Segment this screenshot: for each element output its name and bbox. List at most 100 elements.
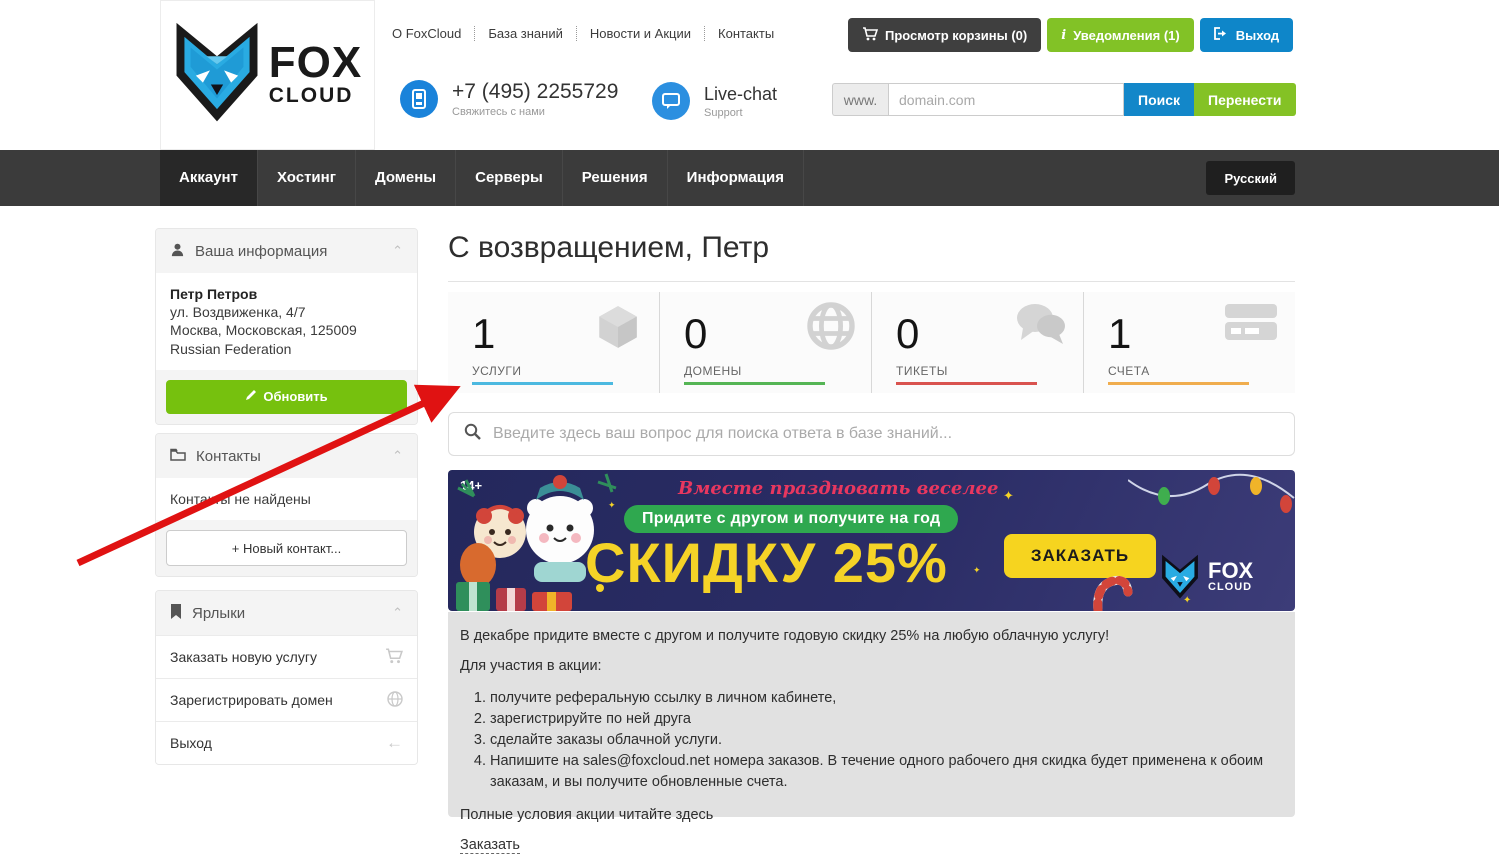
- chat-bubbles-icon: [1015, 302, 1067, 351]
- stat-invoices[interactable]: 1 СЧЕТА: [1084, 292, 1295, 393]
- stat-value: 0: [896, 310, 919, 358]
- stat-underline: [1108, 382, 1249, 385]
- promo-paragraph: В декабре придите вместе с другом и полу…: [460, 628, 1283, 644]
- update-info-button[interactable]: Обновить: [166, 380, 407, 414]
- stat-label: ТИКЕТЫ: [896, 364, 948, 378]
- arrow-left-icon: ←: [386, 733, 403, 753]
- banner-pill-text: Придите с другом и получите на год: [624, 505, 958, 533]
- divider: [474, 26, 475, 41]
- address-line: Москва, Московская, 125009: [170, 321, 403, 339]
- promo-details: В декабре придите вместе с другом и полу…: [448, 612, 1295, 817]
- notifications-button[interactable]: i Уведомления (1): [1047, 18, 1193, 52]
- promo-banner[interactable]: 14+: [448, 470, 1295, 611]
- contacts-header[interactable]: Контакты ⌃: [156, 434, 417, 478]
- kb-search-input[interactable]: [493, 425, 1279, 443]
- stat-underline: [472, 382, 613, 385]
- chevron-up-icon[interactable]: ⌃: [392, 605, 403, 621]
- kb-search-box: [448, 412, 1295, 456]
- cart-icon: [385, 648, 403, 667]
- page-title: С возвращением, Петр: [448, 231, 1295, 282]
- promo-paragraph: Для участия в акции:: [460, 658, 1283, 674]
- folder-icon: [170, 448, 186, 465]
- banner-foxcloud-logo: FOX CLOUD: [1160, 554, 1253, 600]
- sparkle-icon: ✦: [1183, 595, 1191, 606]
- person-icon: [170, 242, 185, 261]
- stat-underline: [896, 382, 1037, 385]
- phone-caption: Свяжитесь с нами: [452, 106, 618, 118]
- logout-button[interactable]: Выход: [1200, 18, 1293, 52]
- globe-icon: [387, 691, 403, 710]
- promo-steps: получите реферальную ссылку в личном каб…: [490, 688, 1283, 793]
- livechat-title[interactable]: Live-chat: [704, 84, 777, 105]
- fox-logo-icon: [1160, 554, 1200, 600]
- www-prefix: www.: [832, 83, 888, 116]
- link-about[interactable]: О FoxCloud: [392, 26, 461, 41]
- nav-hosting[interactable]: Хостинг: [258, 150, 356, 206]
- sparkle-icon: ✦: [608, 500, 616, 511]
- search-icon: [464, 423, 481, 445]
- contacts-panel: Контакты ⌃ Контакты не найдены + Новый к…: [155, 433, 418, 577]
- foxcloud-logo[interactable]: FOX CLOUD: [160, 0, 375, 150]
- info-icon: i: [1061, 28, 1066, 43]
- domain-search-button[interactable]: Поиск: [1124, 83, 1194, 116]
- link-contacts[interactable]: Контакты: [718, 26, 774, 41]
- promo-step: сделайте заказы облачной услуги.: [490, 730, 1283, 751]
- nav-servers[interactable]: Серверы: [456, 150, 563, 206]
- sparkle-icon: ✦: [973, 565, 981, 576]
- domain-transfer-button[interactable]: Перенести: [1194, 83, 1296, 116]
- globe-icon: [807, 302, 855, 355]
- stat-label: СЧЕТА: [1108, 364, 1150, 378]
- order-link[interactable]: Заказать: [460, 837, 520, 854]
- view-cart-button[interactable]: Просмотр корзины (0): [848, 18, 1041, 52]
- credit-card-icon: [1223, 302, 1279, 347]
- nav-information[interactable]: Информация: [668, 150, 804, 206]
- divider: [704, 26, 705, 41]
- stat-value: 1: [1108, 310, 1131, 358]
- shortcut-order-service[interactable]: Заказать новую услугу: [156, 635, 417, 678]
- your-info-header[interactable]: Ваша информация ⌃: [156, 229, 417, 273]
- stats-row: 1 УСЛУГИ 0 ДОМЕНЫ 0 ТИКЕТЫ 1 СЧЕТА: [448, 292, 1295, 393]
- account-name: Петр Петров: [170, 285, 403, 303]
- nav-domains[interactable]: Домены: [356, 150, 456, 206]
- shortcut-logout[interactable]: Выход ←: [156, 721, 417, 764]
- stat-domains[interactable]: 0 ДОМЕНЫ: [660, 292, 872, 393]
- shortcut-register-domain[interactable]: Зарегистрировать домен: [156, 678, 417, 721]
- shortcuts-header[interactable]: Ярлыки ⌃: [156, 591, 417, 635]
- cart-icon: [862, 27, 878, 44]
- promo-terms: Полные условия акции читайте здесь: [460, 807, 1283, 823]
- domain-search: www. Поиск Перенести: [832, 83, 1296, 116]
- header: FOX CLOUD О FoxCloud База знаний Новости…: [0, 0, 1499, 150]
- promo-step: Напишите на sales@foxcloud.net номера за…: [490, 751, 1283, 793]
- divider: [576, 26, 577, 41]
- chevron-up-icon[interactable]: ⌃: [392, 448, 403, 464]
- logout-icon: [1214, 27, 1229, 43]
- nav-account[interactable]: Аккаунт: [160, 150, 258, 206]
- bookmark-icon: [170, 604, 182, 623]
- livechat-block: Live-chat Support: [652, 82, 777, 120]
- link-knowledge-base[interactable]: База знаний: [488, 26, 563, 41]
- link-news[interactable]: Новости и Акции: [590, 26, 691, 41]
- stat-label: УСЛУГИ: [472, 364, 522, 378]
- cube-icon: [593, 302, 643, 357]
- chevron-up-icon[interactable]: ⌃: [392, 243, 403, 259]
- account-address: Петр Петров ул. Воздвиженка, 4/7 Москва,…: [156, 273, 417, 370]
- phone-icon: [400, 80, 438, 118]
- stat-tickets[interactable]: 0 ТИКЕТЫ: [872, 292, 1084, 393]
- stat-services[interactable]: 1 УСЛУГИ: [448, 292, 660, 393]
- promo-step: зарегистрируйте по ней друга: [490, 709, 1283, 730]
- stat-value: 1: [472, 310, 495, 358]
- stat-underline: [684, 382, 825, 385]
- promo-step: получите реферальную ссылку в личном каб…: [490, 688, 1283, 709]
- language-button[interactable]: Русский: [1206, 161, 1295, 195]
- domain-input[interactable]: [888, 83, 1124, 116]
- top-links: О FoxCloud База знаний Новости и Акции К…: [392, 26, 774, 41]
- phone-number[interactable]: +7 (495) 2255729: [452, 80, 618, 104]
- stat-value: 0: [684, 310, 707, 358]
- new-contact-button[interactable]: + Новый контакт...: [166, 530, 407, 566]
- sparkle-icon: ✦: [1003, 488, 1014, 504]
- your-info-panel: Ваша информация ⌃ Петр Петров ул. Воздви…: [155, 228, 418, 425]
- shortcuts-panel: Ярлыки ⌃ Заказать новую услугу Зарегистр…: [155, 590, 418, 765]
- fox-logo-icon: [173, 21, 261, 130]
- nav-solutions[interactable]: Решения: [563, 150, 668, 206]
- header-buttons: Просмотр корзины (0) i Уведомления (1) В…: [848, 18, 1293, 52]
